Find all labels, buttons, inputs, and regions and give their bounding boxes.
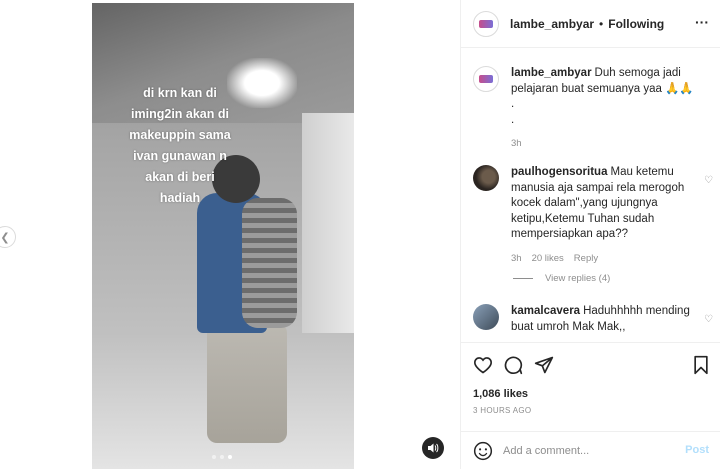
view-replies-label: View replies (4) bbox=[545, 273, 611, 284]
comment-input[interactable] bbox=[503, 444, 673, 457]
author-avatar[interactable] bbox=[473, 10, 499, 37]
comment-time[interactable]: 3h bbox=[511, 251, 522, 267]
chevron-left-icon: ❮ bbox=[0, 231, 10, 244]
author-username[interactable]: lambe_ambyar bbox=[510, 17, 594, 31]
video-caption-line: di krn kan di bbox=[143, 86, 217, 100]
caption-line: . bbox=[511, 98, 515, 110]
commenter-avatar[interactable] bbox=[473, 304, 499, 330]
comment-likes[interactable]: 20 likes bbox=[532, 251, 564, 267]
following-button[interactable]: Following bbox=[608, 17, 664, 31]
post-video[interactable]: di krn kan di iming2in akan di makeuppin… bbox=[92, 3, 354, 469]
save-bookmark-icon[interactable] bbox=[691, 355, 711, 375]
video-caption-line: hadiah bbox=[159, 191, 201, 205]
caption-line: . bbox=[511, 113, 515, 126]
instagram-post-page: ❮ di krn kan di iming2in akan di makeupp… bbox=[0, 0, 720, 469]
like-heart-icon[interactable] bbox=[473, 355, 493, 375]
comments-list[interactable]: lambe_ambyar Duh semoga jadi pelajaran bu… bbox=[461, 49, 720, 341]
comment-like-heart-icon[interactable]: ♡ bbox=[704, 175, 713, 186]
post-comment-button[interactable]: Post bbox=[685, 444, 709, 456]
video-caption-line: makeuppin sama bbox=[129, 128, 231, 142]
comment-username[interactable]: paulhogensoritua bbox=[511, 166, 607, 178]
comment-body: paulhogensoritua Mau ketemu manusia aja s… bbox=[511, 165, 691, 266]
comment-username[interactable]: kamalcavera bbox=[511, 305, 580, 317]
media-area: ❮ di krn kan di iming2in akan di makeupp… bbox=[0, 0, 460, 469]
previous-post-button[interactable]: ❮ bbox=[0, 226, 16, 248]
video-caption-line: akan di beri bbox=[145, 170, 215, 184]
header-separator: • bbox=[599, 16, 604, 31]
video-second-person bbox=[242, 198, 297, 328]
carousel-dot bbox=[212, 455, 216, 459]
view-replies-divider bbox=[513, 278, 533, 279]
brand-logo-icon bbox=[479, 75, 493, 83]
post-actions-bar bbox=[461, 342, 720, 386]
emoji-smiley-icon[interactable] bbox=[473, 441, 493, 461]
view-replies-button[interactable]: View replies (4) bbox=[513, 273, 610, 284]
likes-count[interactable]: 1,086 likes bbox=[473, 388, 528, 400]
more-options-icon[interactable]: ··· bbox=[695, 15, 709, 29]
post-timestamp[interactable]: 3 HOURS AGO bbox=[473, 406, 531, 415]
comment-meta: 3h 20 likes Reply bbox=[511, 251, 691, 267]
video-caption-line: ivan gunawan n bbox=[133, 149, 227, 163]
caption-body: lambe_ambyar Duh semoga jadi pelajaran bu… bbox=[511, 66, 701, 152]
caption-meta: 3h bbox=[511, 136, 701, 152]
comment-bubble-icon[interactable] bbox=[503, 355, 523, 375]
post-sidebar: lambe_ambyar • Following ··· lambe_ambya… bbox=[460, 0, 720, 469]
post-header: lambe_ambyar • Following ··· bbox=[461, 0, 720, 48]
caption-username[interactable]: lambe_ambyar bbox=[511, 67, 592, 79]
speaker-icon bbox=[428, 443, 439, 453]
caption-time[interactable]: 3h bbox=[511, 136, 522, 152]
carousel-dot bbox=[220, 455, 224, 459]
comment-reply-button[interactable]: Reply bbox=[574, 251, 598, 267]
audio-toggle-button[interactable] bbox=[422, 437, 444, 459]
add-comment-bar: Post bbox=[461, 431, 720, 469]
share-paper-plane-icon[interactable] bbox=[534, 355, 554, 375]
comment-like-heart-icon[interactable]: ♡ bbox=[704, 314, 713, 325]
carousel-dots bbox=[212, 455, 232, 459]
comment-body: kamalcavera Haduhhhhh mending buat umroh … bbox=[511, 304, 691, 335]
commenter-avatar[interactable] bbox=[473, 165, 499, 191]
caption-author-avatar[interactable] bbox=[473, 66, 499, 92]
video-overlay-caption: di krn kan di iming2in akan di makeuppin… bbox=[110, 83, 250, 209]
video-person-legs bbox=[207, 323, 287, 443]
carousel-dot-active bbox=[228, 455, 232, 459]
video-caption-line: iming2in akan di bbox=[131, 107, 229, 121]
brand-logo-icon bbox=[479, 19, 493, 28]
